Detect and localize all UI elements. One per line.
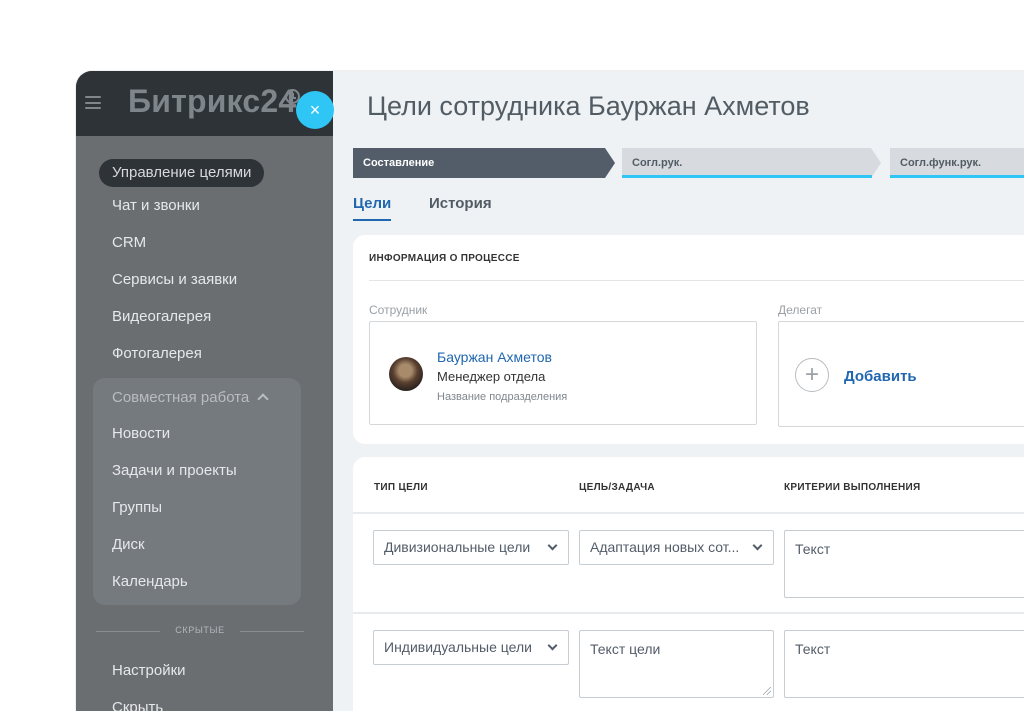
goals-table-card: ТИП ЦЕЛИ ЦЕЛЬ/ЗАДАЧА КРИТЕРИИ ВЫПОЛНЕНИЯ… — [353, 457, 1024, 711]
sidebar-item-tasks[interactable]: Задачи и проекты — [112, 462, 237, 479]
chevron-down-icon — [752, 540, 763, 551]
stage-compose[interactable]: Составление — [353, 148, 615, 178]
sidebar-item-news[interactable]: Новости — [112, 425, 170, 442]
process-info-title: ИНФОРМАЦИЯ О ПРОЦЕССЕ — [369, 253, 520, 264]
employee-label: Сотрудник — [369, 303, 428, 317]
stage-label: Составление — [363, 157, 435, 169]
employee-card[interactable]: Бауржан Ахметов Менеджер отдела Название… — [369, 321, 757, 425]
plus-icon[interactable]: + — [795, 358, 829, 392]
left-menu: Битрикс24 Управление целями Чат и звонки… — [76, 71, 333, 711]
sidebar-item-crm[interactable]: CRM — [112, 234, 146, 251]
sidebar-item-calendar[interactable]: Календарь — [112, 573, 188, 590]
goal-type-select[interactable]: Индивидуальные цели — [373, 630, 569, 665]
hidden-divider: СКРЫТЫЕ — [96, 625, 304, 635]
criteria-value: Текст — [795, 641, 831, 657]
sidebar-header: Битрикс24 — [76, 71, 333, 136]
hidden-section-label: СКРЫТЫЕ — [175, 625, 225, 635]
stage-functional-approval[interactable]: Согл.функ.рук. — [890, 148, 1024, 178]
tab-history[interactable]: История — [429, 195, 492, 219]
goal-type-value: Дивизиональные цели — [384, 539, 531, 555]
delegate-label: Делегат — [778, 303, 823, 317]
divider — [369, 280, 1024, 281]
sidebar-item-goals[interactable]: Управление целями — [99, 159, 265, 187]
sidebar-group-title: Совместная работа — [112, 389, 250, 406]
chevron-down-icon — [547, 640, 558, 651]
goal-type-select[interactable]: Дивизиональные цели — [373, 530, 569, 565]
goal-select[interactable]: Адаптация новых сот... — [579, 530, 774, 565]
goal-value: Адаптация новых сот... — [590, 539, 740, 555]
app-window: Битрикс24 Управление целями Чат и звонки… — [76, 71, 1024, 711]
sidebar-item-video[interactable]: Видеогалерея — [112, 308, 211, 325]
resize-handle-icon[interactable] — [763, 687, 771, 695]
process-info-card: ИНФОРМАЦИЯ О ПРОЦЕССЕ Сотрудник Делегат … — [353, 235, 1024, 444]
menu-icon[interactable] — [85, 96, 101, 109]
criteria-textarea[interactable]: Текст — [784, 630, 1024, 698]
divider — [353, 612, 1024, 614]
goal-type-value: Индивидуальные цели — [384, 639, 532, 655]
tab-goals[interactable]: Цели — [353, 195, 392, 221]
criteria-value: Текст — [795, 541, 831, 557]
sidebar-item-settings[interactable]: Настройки — [112, 662, 186, 679]
delegate-card: + Добавить — [778, 321, 1024, 427]
divider — [353, 512, 1024, 514]
criteria-textarea[interactable]: Текст — [784, 530, 1024, 598]
add-delegate-link[interactable]: Добавить — [844, 368, 917, 385]
sidebar-group-toggle[interactable]: Совместная работа — [112, 389, 269, 406]
stage-manager-approval[interactable]: Согл.рук. — [622, 148, 881, 178]
column-header-goal: ЦЕЛЬ/ЗАДАЧА — [579, 482, 655, 493]
close-icon: × — [309, 100, 321, 120]
goal-textarea[interactable]: Текст цели — [579, 630, 774, 698]
avatar — [389, 357, 423, 391]
sidebar-item-disk[interactable]: Диск — [112, 536, 145, 553]
logo: Битрикс24 — [128, 83, 297, 119]
sidebar-item-hide[interactable]: Скрыть — [112, 699, 163, 711]
chevron-down-icon — [547, 540, 558, 551]
sidebar-item-photo[interactable]: Фотогалерея — [112, 345, 202, 362]
employee-name-link[interactable]: Бауржан Ахметов — [437, 349, 552, 365]
page-title: Цели сотрудника Бауржан Ахметов — [367, 91, 810, 121]
goal-value: Текст цели — [590, 641, 661, 657]
sidebar-item-chat[interactable]: Чат и звонки — [112, 197, 200, 214]
chevron-up-icon — [257, 393, 269, 405]
sidebar-item-groups[interactable]: Группы — [112, 499, 162, 516]
sidebar-item-services[interactable]: Сервисы и заявки — [112, 271, 237, 288]
column-header-criteria: КРИТЕРИИ ВЫПОЛНЕНИЯ — [784, 482, 921, 493]
sidebar-group-collab — [93, 378, 301, 605]
main-content: Цели сотрудника Бауржан Ахметов Составле… — [333, 71, 1024, 711]
close-slider-button[interactable]: × — [296, 91, 334, 129]
column-header-type: ТИП ЦЕЛИ — [374, 482, 428, 493]
employee-position: Менеджер отдела — [437, 369, 546, 384]
employee-department: Название подразделения — [437, 391, 568, 403]
stage-label: Согл.рук. — [632, 157, 683, 169]
stage-label: Согл.функ.рук. — [900, 157, 982, 169]
